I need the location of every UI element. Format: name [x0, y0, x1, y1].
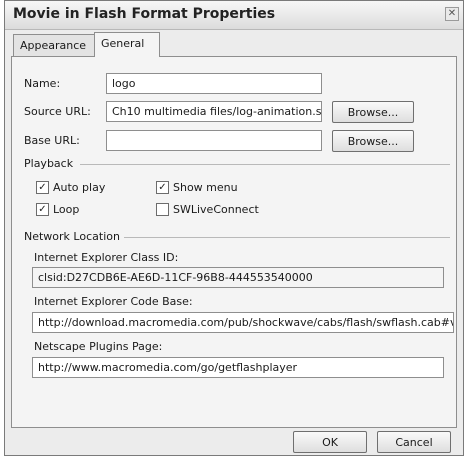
swliveconnect-label: SWLiveConnect — [173, 203, 259, 216]
ok-button[interactable]: OK — [293, 431, 367, 453]
tab-appearance[interactable]: Appearance — [13, 34, 95, 56]
tab-general[interactable]: General — [94, 32, 160, 57]
name-label: Name: — [24, 77, 61, 90]
base-url-label: Base URL: — [24, 134, 80, 147]
network-divider — [124, 237, 450, 238]
show-menu-checkbox[interactable]: ✓ — [156, 181, 169, 194]
base-url-input[interactable] — [106, 130, 322, 151]
cancel-button[interactable]: Cancel — [377, 431, 451, 453]
auto-play-label: Auto play — [53, 181, 106, 194]
plugins-page-label: Netscape Plugins Page: — [34, 340, 163, 353]
source-url-input[interactable]: Ch10 multimedia files/log-animation.swf — [106, 101, 322, 122]
network-location-label: Network Location — [24, 230, 120, 243]
swliveconnect-checkbox[interactable] — [156, 203, 169, 216]
show-menu-label: Show menu — [173, 181, 238, 194]
playback-divider — [80, 164, 450, 165]
title-bar: Movie in Flash Format Properties ✕ — [5, 1, 463, 30]
browse-source-button[interactable]: Browse... — [332, 101, 414, 123]
class-id-label: Internet Explorer Class ID: — [34, 251, 179, 264]
properties-dialog: Movie in Flash Format Properties ✕ Appea… — [4, 0, 464, 456]
close-icon[interactable]: ✕ — [445, 7, 459, 21]
auto-play-checkbox[interactable]: ✓ — [36, 181, 49, 194]
code-base-label: Internet Explorer Code Base: — [34, 295, 193, 308]
browse-base-button[interactable]: Browse... — [332, 130, 414, 152]
loop-label: Loop — [53, 203, 80, 216]
dialog-title: Movie in Flash Format Properties — [13, 6, 276, 22]
loop-checkbox[interactable]: ✓ — [36, 203, 49, 216]
plugins-page-input[interactable]: http://www.macromedia.com/go/getflashpla… — [32, 357, 444, 378]
code-base-input[interactable]: http://download.macromedia.com/pub/shock… — [32, 312, 454, 333]
general-panel: Name: logo Source URL: Ch10 multimedia f… — [11, 56, 457, 428]
name-input[interactable]: logo — [106, 73, 322, 94]
class-id-field[interactable]: clsid:D27CDB6E-AE6D-11CF-96B8-4445535400… — [32, 267, 444, 288]
playback-label: Playback — [24, 157, 74, 170]
source-url-label: Source URL: — [24, 105, 91, 118]
